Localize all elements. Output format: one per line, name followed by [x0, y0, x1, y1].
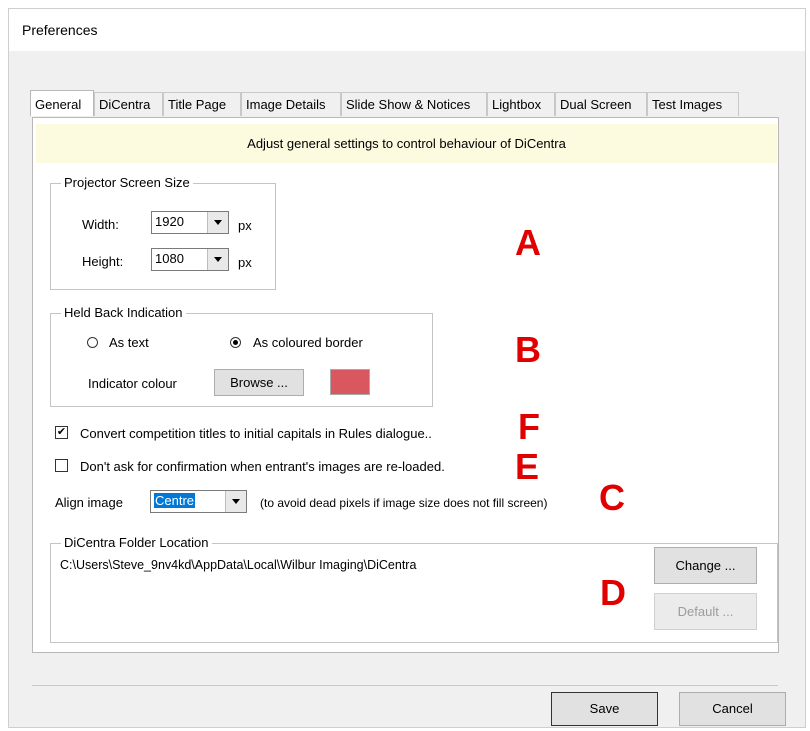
height-unit: px: [238, 255, 252, 270]
footer-divider: [32, 685, 778, 686]
default-folder-button[interactable]: Default ...: [654, 593, 757, 630]
width-label: Width:: [82, 217, 119, 232]
height-value: 1080: [155, 251, 184, 266]
as-text-radio[interactable]: [87, 337, 98, 348]
folder-location-legend: DiCentra Folder Location: [61, 535, 212, 550]
align-image-value: Centre: [154, 493, 196, 508]
as-text-label[interactable]: As text: [109, 335, 149, 350]
tab-dicentra[interactable]: DiCentra: [94, 92, 163, 116]
height-dropdown-button[interactable]: [207, 249, 228, 270]
projector-screen-size-legend: Projector Screen Size: [61, 175, 193, 190]
align-image-select[interactable]: Centre: [150, 490, 247, 513]
annotation-d: D: [600, 572, 626, 613]
no-confirm-checkbox[interactable]: [55, 459, 68, 472]
projector-screen-size-group: [50, 183, 276, 290]
as-coloured-border-radio[interactable]: [230, 337, 241, 348]
width-unit: px: [238, 218, 252, 233]
height-select[interactable]: 1080: [151, 248, 229, 271]
tab-lightbox[interactable]: Lightbox: [487, 92, 555, 116]
annotation-a: A: [515, 222, 541, 263]
browse-button[interactable]: Browse ...: [214, 369, 304, 396]
tab-dual-screen[interactable]: Dual Screen: [555, 92, 647, 116]
indicator-colour-swatch[interactable]: [330, 369, 370, 395]
held-back-indication-legend: Held Back Indication: [61, 305, 186, 320]
tab-title-page[interactable]: Title Page: [163, 92, 241, 116]
annotation-b: B: [515, 329, 541, 370]
title-bar: Preferences: [9, 9, 805, 51]
window-title: Preferences: [22, 22, 98, 38]
width-value: 1920: [155, 214, 184, 229]
save-button[interactable]: Save: [551, 692, 658, 726]
width-dropdown-button[interactable]: [207, 212, 228, 233]
change-folder-button[interactable]: Change ...: [654, 547, 757, 584]
chevron-down-icon: [214, 220, 222, 225]
convert-titles-checkbox[interactable]: ✔: [55, 426, 68, 439]
tab-test-images[interactable]: Test Images: [647, 92, 739, 116]
convert-titles-label[interactable]: Convert competition titles to initial ca…: [80, 426, 432, 441]
height-label: Height:: [82, 254, 124, 269]
tab-general[interactable]: General: [30, 90, 94, 116]
annotation-f: F: [518, 406, 540, 447]
checkmark-icon: ✔: [56, 426, 67, 438]
cancel-button[interactable]: Cancel: [679, 692, 786, 726]
chevron-down-icon: [232, 499, 240, 504]
folder-path: C:\Users\Steve_9nv4kd\AppData\Local\Wilb…: [60, 558, 417, 572]
align-image-hint: (to avoid dead pixels if image size does…: [260, 496, 548, 510]
align-image-label: Align image: [55, 495, 123, 510]
align-dropdown-button[interactable]: [225, 491, 246, 512]
no-confirm-label[interactable]: Don't ask for confirmation when entrant'…: [80, 459, 445, 474]
indicator-colour-label: Indicator colour: [88, 376, 177, 391]
info-banner: Adjust general settings to control behav…: [36, 124, 777, 163]
tab-slide-show-notices[interactable]: Slide Show & Notices: [341, 92, 487, 116]
width-select[interactable]: 1920: [151, 211, 229, 234]
chevron-down-icon: [214, 257, 222, 262]
as-coloured-border-label[interactable]: As coloured border: [253, 335, 363, 350]
annotation-e: E: [515, 446, 540, 487]
tab-image-details[interactable]: Image Details: [241, 92, 341, 116]
annotation-c: C: [599, 477, 625, 518]
